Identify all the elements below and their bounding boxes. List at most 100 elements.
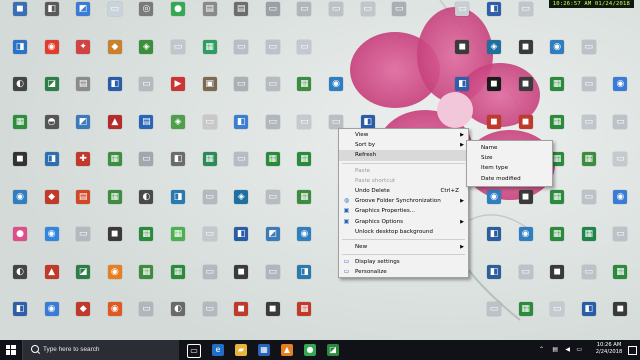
desktop-icon[interactable]: ▤ — [129, 114, 163, 153]
desktop-icon[interactable]: ● — [3, 227, 37, 265]
desktop-icon[interactable]: ▤ — [66, 77, 100, 115]
desktop-icon[interactable]: ▭ — [572, 39, 606, 78]
menu-item-view[interactable]: View ▶ — [339, 130, 468, 140]
desktop-icon[interactable]: ◼ — [509, 39, 543, 78]
desktop-icon[interactable]: ◧ — [224, 227, 258, 265]
desktop-icon[interactable]: ▦ — [129, 227, 163, 265]
menu-item-graphics-options[interactable]: ▣ Graphics Options ▶ — [339, 217, 468, 227]
network-icon[interactable]: ▤ — [552, 346, 558, 353]
desktop-icon[interactable]: ▭ — [572, 264, 606, 303]
desktop-icon[interactable]: ◧ — [477, 227, 511, 265]
desktop-icon[interactable]: ▭ — [256, 264, 290, 303]
desktop-icon[interactable]: ◨ — [3, 39, 37, 78]
desktop-icon[interactable]: ▭ — [161, 39, 195, 78]
desktop-icon[interactable]: ▦ — [572, 227, 606, 265]
desktop-icon[interactable]: ▦ — [98, 189, 132, 228]
desktop-icon[interactable]: ▭ — [603, 227, 637, 265]
start-button[interactable] — [0, 340, 22, 360]
desktop[interactable]: 10:26:57 AM 01/24/2018 ◼ ◧ ◩ ▭ ◎ ● ▤ ▤ ◨ ◉ ✦ ◆ ◈ ▭ ▦ ▭ ◐… — [0, 0, 640, 340]
submenu-item-date-modified[interactable]: Date modified — [467, 174, 552, 184]
submenu-item-size[interactable]: Size — [467, 153, 552, 163]
desktop-icon[interactable]: ▦ — [193, 152, 227, 190]
desktop-icon[interactable]: ▤ — [193, 2, 227, 40]
store-icon[interactable]: ▦ — [258, 344, 270, 356]
desktop-icon[interactable]: ◉ — [540, 39, 574, 78]
desktop-icon[interactable]: ▭ — [224, 152, 258, 190]
desktop-icon[interactable]: ◉ — [603, 77, 637, 115]
desktop-icon[interactable]: ▭ — [98, 2, 132, 40]
desktop-icon[interactable]: ▭ — [509, 264, 543, 303]
desktop-icon[interactable]: ● — [161, 2, 195, 40]
desktop-icon[interactable]: ▭ — [287, 114, 321, 153]
desktop-icon[interactable]: ◆ — [98, 39, 132, 78]
taskbar-search-box[interactable]: Type here to search — [22, 340, 179, 360]
volume-icon[interactable]: ◀ — [565, 346, 570, 353]
desktop-icon[interactable]: ◈ — [161, 114, 195, 153]
menu-item-display-settings[interactable]: ▭ Display settings — [339, 257, 468, 267]
desktop-icon[interactable]: ◨ — [35, 152, 69, 190]
menu-item-paste[interactable]: Paste — [339, 166, 468, 176]
desktop-icon[interactable]: ▭ — [129, 302, 163, 340]
desktop-icon[interactable]: ▭ — [351, 2, 385, 40]
desktop-icon[interactable]: ▦ — [540, 227, 574, 265]
desktop-icon[interactable]: ▭ — [66, 227, 100, 265]
action-center-icon[interactable] — [628, 346, 637, 355]
desktop-icon[interactable]: ◉ — [477, 189, 511, 228]
desktop-icon[interactable]: ▭ — [129, 77, 163, 115]
menu-item-personalize[interactable]: ▭ Personalize — [339, 267, 468, 277]
desktop-icon[interactable]: ◼ — [3, 2, 37, 40]
desktop-icon[interactable]: ◉ — [35, 302, 69, 340]
desktop-icon[interactable]: ◉ — [3, 189, 37, 228]
desktop-icon[interactable]: ▭ — [382, 2, 416, 40]
desktop-icon[interactable]: ▤ — [224, 2, 258, 40]
desktop-icon[interactable]: ◐ — [3, 77, 37, 115]
desktop-icon[interactable]: ◉ — [287, 227, 321, 265]
desktop-icon[interactable]: ◆ — [66, 302, 100, 340]
desktop-icon[interactable]: ▦ — [287, 152, 321, 190]
desktop-icon[interactable]: ▭ — [287, 2, 321, 40]
desktop-icon[interactable]: ▶ — [161, 77, 195, 115]
desktop-icon[interactable]: ▲ — [98, 114, 132, 153]
desktop-icon[interactable]: ▭ — [193, 302, 227, 340]
desktop-icon[interactable]: ▭ — [603, 114, 637, 153]
menu-item-refresh[interactable]: Refresh — [339, 150, 468, 161]
desktop-icon[interactable]: ▭ — [224, 39, 258, 78]
desktop-icon[interactable]: ▭ — [572, 114, 606, 153]
desktop-icon[interactable]: ◧ — [445, 77, 479, 115]
desktop-icon[interactable]: ▭ — [224, 77, 258, 115]
desktop-icon[interactable]: ◩ — [66, 2, 100, 40]
desktop-icon[interactable]: ◧ — [98, 77, 132, 115]
desktop-icon[interactable]: ▭ — [193, 227, 227, 265]
desktop-icon[interactable]: ▦ — [3, 114, 37, 153]
desktop-icon[interactable]: ◆ — [35, 189, 69, 228]
desktop-icon[interactable]: ◈ — [129, 39, 163, 78]
desktop-icon[interactable]: ▭ — [256, 2, 290, 40]
desktop-icon[interactable]: ◐ — [161, 302, 195, 340]
desktop-icon[interactable]: ◧ — [224, 114, 258, 153]
desktop-icon[interactable]: ▦ — [603, 264, 637, 303]
desktop-icon[interactable]: ◉ — [98, 302, 132, 340]
desktop-icon[interactable]: ◨ — [287, 264, 321, 303]
task-view-icon[interactable]: ▭ — [187, 344, 201, 358]
desktop-icon[interactable]: ◧ — [35, 2, 69, 40]
chrome-icon[interactable]: ● — [304, 344, 316, 356]
desktop-icon[interactable]: ▭ — [256, 39, 290, 78]
desktop-icon[interactable]: ◈ — [224, 189, 258, 228]
menu-item-paste-shortcut[interactable]: Paste shortcut — [339, 176, 468, 186]
desktop-icon[interactable]: ◧ — [3, 302, 37, 340]
desktop-icon[interactable]: ◩ — [66, 114, 100, 153]
desktop-icon[interactable]: ✦ — [66, 39, 100, 78]
battery-icon[interactable]: ▭ — [576, 346, 582, 353]
desktop-icon[interactable]: ▦ — [572, 152, 606, 190]
taskbar-clock[interactable]: 10:26 AM 2/24/2018 — [592, 342, 626, 356]
submenu-item-item-type[interactable]: Item type — [467, 163, 552, 173]
desktop-icon[interactable]: ▦ — [287, 77, 321, 115]
desktop-icon[interactable]: ◼ — [3, 152, 37, 190]
desktop-icon[interactable]: ▦ — [540, 189, 574, 228]
submenu-item-name[interactable]: Name — [467, 143, 552, 153]
desktop-icon[interactable]: ▭ — [572, 77, 606, 115]
edge-icon[interactable]: e — [212, 344, 224, 356]
desktop-icon[interactable]: ▦ — [287, 302, 321, 340]
desktop-icon[interactable]: ◉ — [35, 227, 69, 265]
desktop-icon[interactable]: ◪ — [66, 264, 100, 303]
